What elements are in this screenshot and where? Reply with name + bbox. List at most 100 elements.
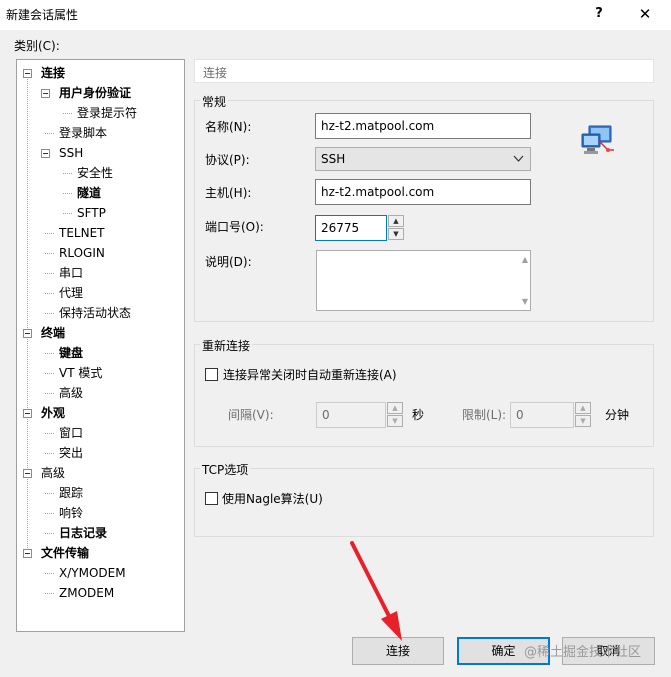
tree-item[interactable]: 响铃 [59,503,83,523]
tree-item[interactable]: 隧道 [77,183,101,203]
tree-connector [45,253,54,254]
watermark-text: @稀土掘金技术社区 [524,645,642,660]
tree-connector [45,133,54,134]
host-label: 主机(H): [205,186,252,200]
tree-item[interactable]: 保持活动状态 [59,303,131,323]
tree-connector [63,213,72,214]
close-button[interactable]: ✕ [628,3,662,25]
section-header: 连接 [194,59,654,83]
auto-reconnect-label: 连接异常关闭时自动重新连接(A) [223,368,397,382]
category-tree[interactable]: 连接 用户身份验证 登录提示符 登录脚本 SSH 安全性 隧道 SFTP TELNET RLOGI… [16,59,185,632]
reconnect-group [194,344,654,447]
desc-label: 说明(D): [205,255,252,269]
tree-item[interactable]: ZMODEM [59,583,114,603]
tree-item[interactable]: TELNET [59,223,105,243]
tree-item[interactable]: 代理 [59,283,83,303]
tree-connector [63,173,72,174]
tree-collapse-icon[interactable] [23,469,32,478]
tree-collapse-icon[interactable] [23,549,32,558]
nagle-label: 使用Nagle算法(U) [222,492,323,506]
tree-connector [45,273,54,274]
tree-connector [45,593,54,594]
tree-connector [45,513,54,514]
tree-item[interactable]: SSH [59,143,83,163]
nagle-checkbox[interactable] [205,492,218,505]
tree-connector [45,233,54,234]
tree-connector [45,453,54,454]
spin-up-icon[interactable]: ▲ [388,215,404,227]
spin-down-icon[interactable]: ▼ [387,415,403,427]
port-input[interactable]: 26775 [315,215,387,241]
interval-label: 间隔(V): [228,408,274,422]
spin-down-icon[interactable]: ▼ [575,415,591,427]
tree-item[interactable]: 高级 [59,383,83,403]
scroll-down-icon[interactable]: ▼ [522,297,528,306]
spin-up-icon[interactable]: ▲ [387,402,403,414]
limit-unit: 分钟 [605,408,630,422]
port-label: 端口号(O): [205,220,264,234]
title-bar: 新建会话属性 ? ✕ [0,0,671,30]
port-spinner[interactable]: ▲ ▼ [388,215,404,240]
tree-collapse-icon[interactable] [41,89,50,98]
spin-up-icon[interactable]: ▲ [575,402,591,414]
protocol-select[interactable]: SSH [315,147,531,171]
protocol-label: 协议(P): [205,153,250,167]
tree-item[interactable]: RLOGIN [59,243,105,263]
scroll-up-icon[interactable]: ▲ [522,255,528,264]
tree-item[interactable]: 连接 [41,63,65,83]
name-label: 名称(N): [205,120,252,134]
limit-input[interactable]: 0 [510,402,574,428]
tree-item[interactable]: 日志记录 [59,523,107,543]
general-group-title: 常规 [200,93,229,110]
tree-item[interactable]: 登录提示符 [77,103,137,123]
spin-down-icon[interactable]: ▼ [388,228,404,240]
reconnect-group-title: 重新连接 [200,337,253,354]
tree-item[interactable]: 跟踪 [59,483,83,503]
connect-button[interactable]: 连接 [352,637,444,665]
tree-item[interactable]: SFTP [77,203,106,223]
tree-connector [45,353,54,354]
tree-connector [45,493,54,494]
tree-connector [45,533,54,534]
tree-connector [45,293,54,294]
tree-connector [63,193,72,194]
tree-item[interactable]: 登录脚本 [59,123,107,143]
host-input[interactable]: hz-t2.matpool.com [315,179,531,205]
tree-collapse-icon[interactable] [41,149,50,158]
interval-input[interactable]: 0 [316,402,386,428]
tree-item[interactable]: 终端 [41,323,65,343]
description-textarea[interactable]: ▲ ▼ [316,250,531,311]
tree-item[interactable]: 用户身份验证 [59,83,131,103]
protocol-value: SSH [321,152,346,166]
tree-connector [45,373,54,374]
tree-collapse-icon[interactable] [23,329,32,338]
tree-connector [45,573,54,574]
tree-connector [27,74,28,550]
tree-item[interactable]: 文件传输 [41,543,89,563]
tree-item[interactable]: 突出 [59,443,83,463]
limit-label: 限制(L): [462,408,507,422]
tree-item[interactable]: 外观 [41,403,65,423]
interval-unit: 秒 [412,408,425,422]
tree-collapse-icon[interactable] [23,69,32,78]
tree-item[interactable]: 串口 [59,263,83,283]
section-header-text: 连接 [203,66,228,80]
limit-spinner[interactable]: ▲ ▼ [575,402,591,427]
tree-item[interactable]: 高级 [41,463,65,483]
tree-item[interactable]: 安全性 [77,163,113,183]
tree-item[interactable]: 窗口 [59,423,83,443]
auto-reconnect-checkbox[interactable] [205,368,218,381]
tree-connector [63,113,72,114]
tcp-group-title: TCP选项 [200,461,251,478]
name-input[interactable]: hz-t2.matpool.com [315,113,531,139]
tree-collapse-icon[interactable] [23,409,32,418]
interval-spinner[interactable]: ▲ ▼ [387,402,403,427]
tree-connector [45,313,54,314]
tree-item[interactable]: X/YMODEM [59,563,126,583]
tree-item[interactable]: VT 模式 [59,363,102,383]
tree-connector [45,393,54,394]
network-computer-icon [580,124,616,158]
tree-item[interactable]: 键盘 [59,343,83,363]
help-button[interactable]: ? [584,3,614,25]
category-label: 类别(C): [14,39,60,53]
